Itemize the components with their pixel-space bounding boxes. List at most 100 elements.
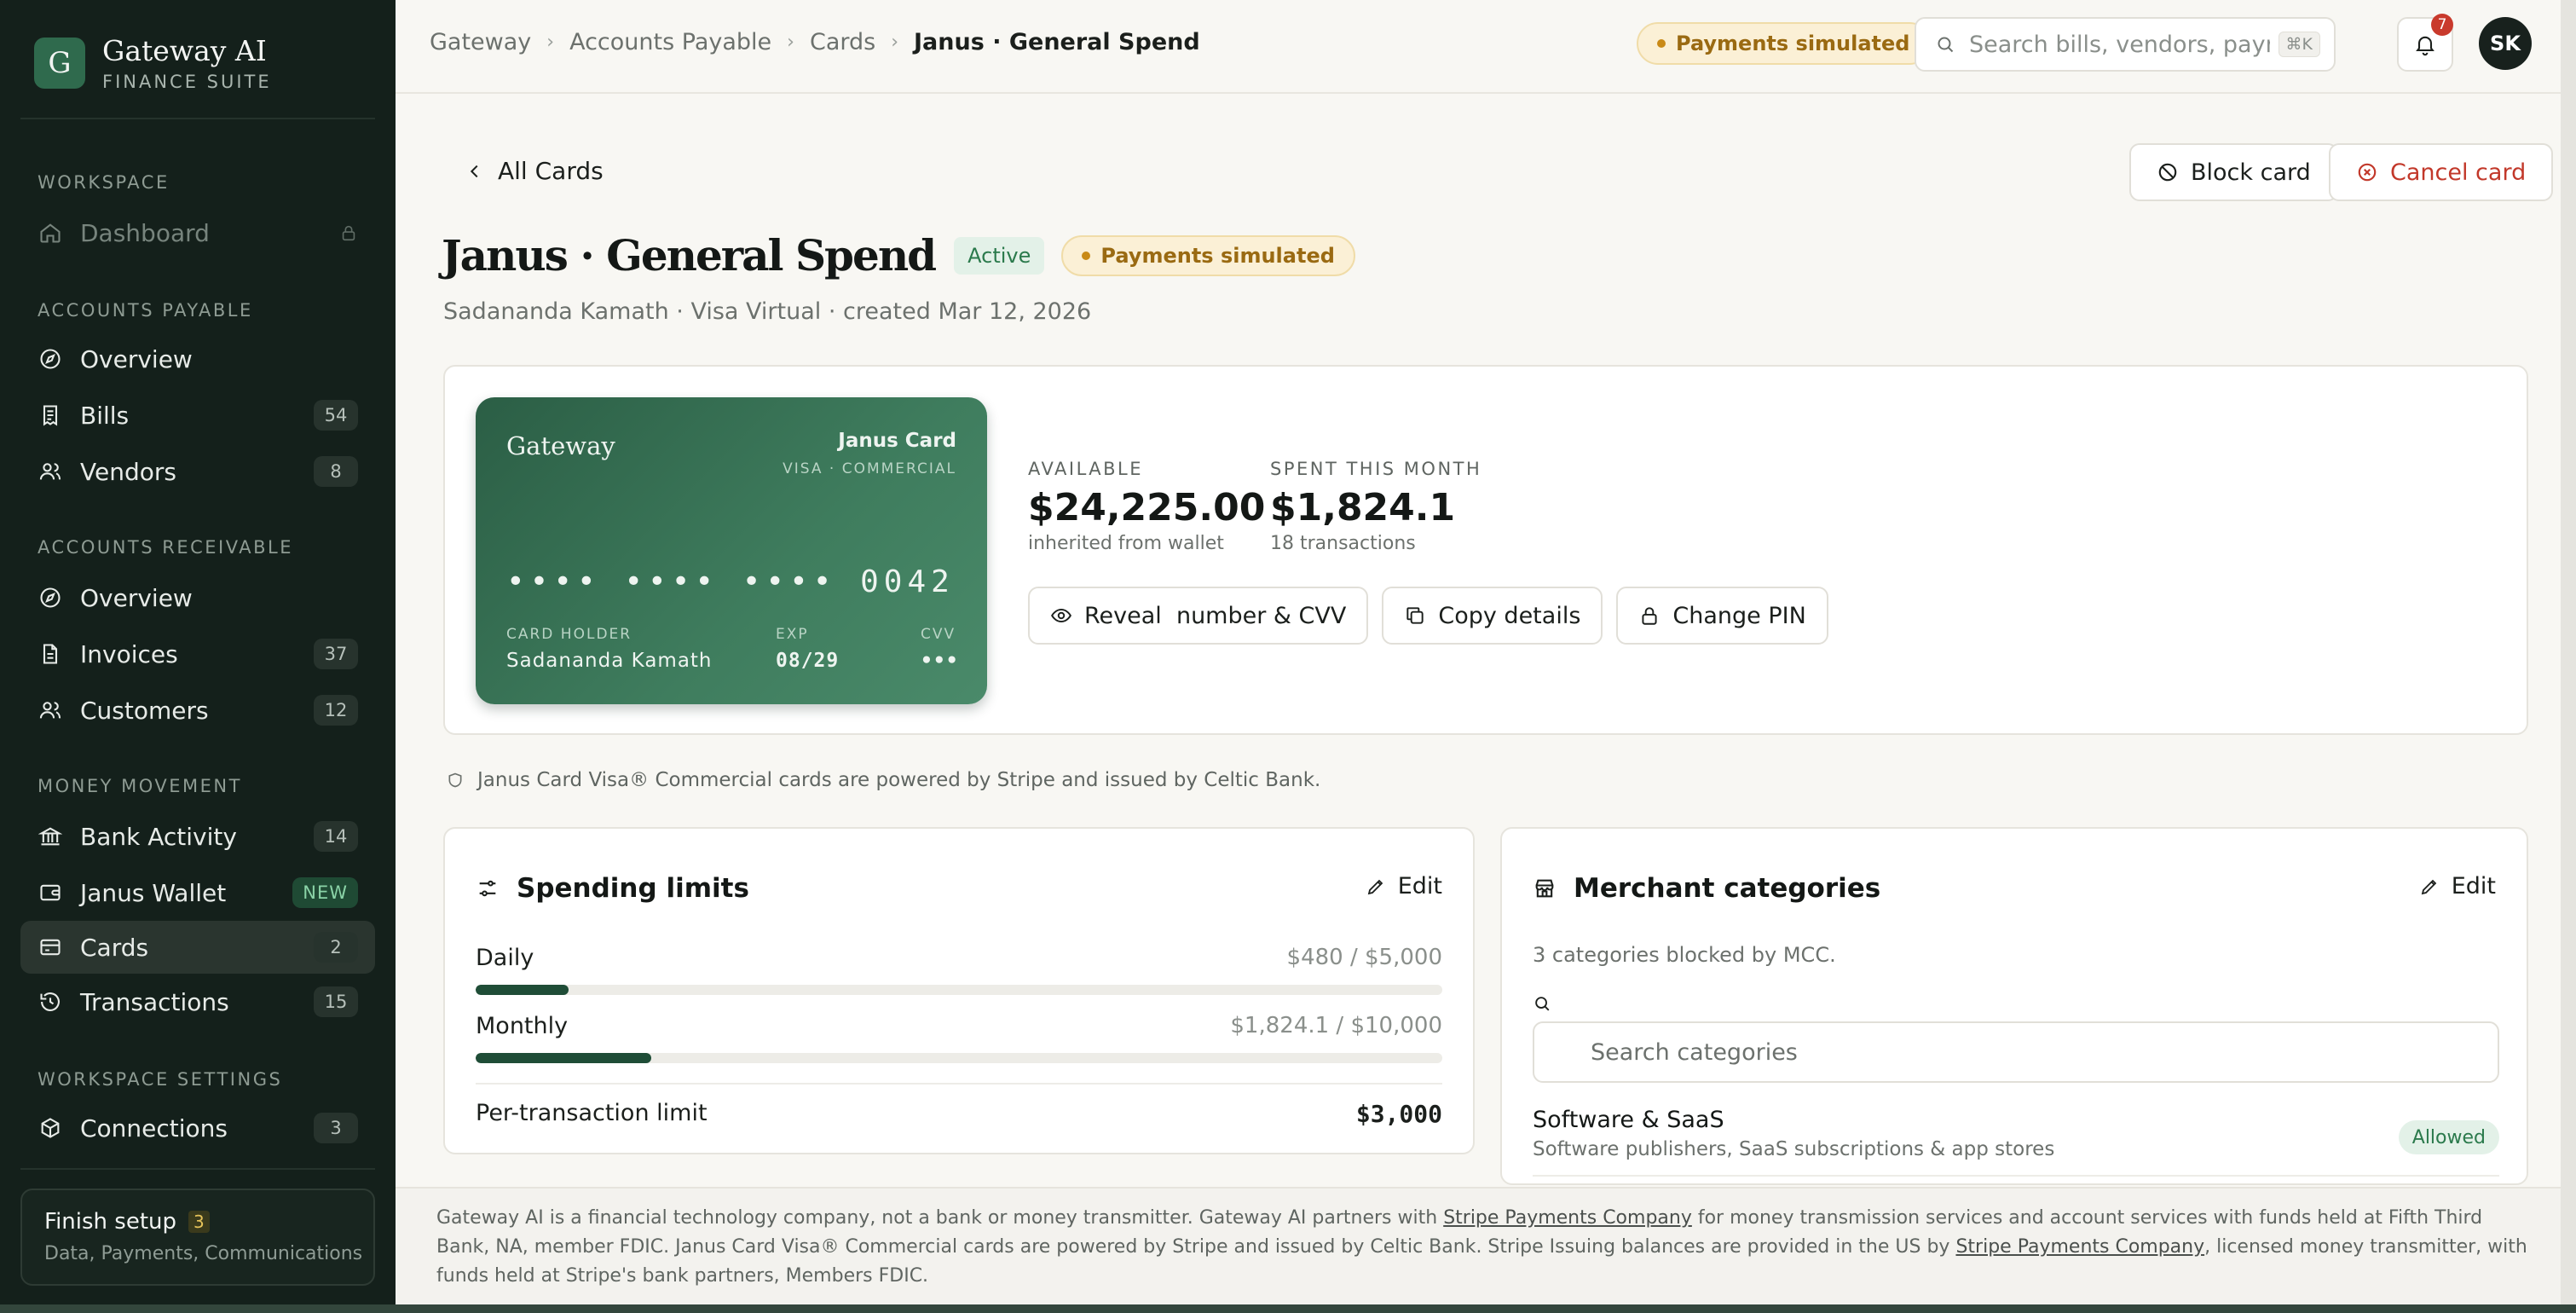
panel-title: Merchant categories bbox=[1574, 873, 1881, 904]
card-actions: Reveal number & CVV Copy details Change … bbox=[1028, 587, 1842, 645]
sidebar-item-label: Bills bbox=[80, 401, 130, 430]
ban-icon bbox=[2158, 163, 2177, 182]
stripe-link[interactable]: Stripe Payments Company bbox=[1955, 1236, 2204, 1258]
card-expiry: 08/29 bbox=[776, 650, 840, 672]
stat-sub: inherited from wallet bbox=[1028, 533, 1224, 554]
limit-separator: / bbox=[1329, 1013, 1351, 1038]
brand-logo: G bbox=[34, 38, 85, 89]
back-to-all-cards[interactable]: All Cards bbox=[465, 157, 604, 185]
page-title: Janus · General Spend bbox=[442, 230, 937, 281]
compass-icon bbox=[38, 585, 63, 610]
search-input[interactable] bbox=[1969, 31, 2270, 58]
main-content: Gateway › Accounts Payable › Cards › Jan… bbox=[396, 0, 2576, 1304]
sidebar-item-customers[interactable]: Customers 12 bbox=[20, 684, 375, 737]
panel-title: Spending limits bbox=[517, 873, 749, 904]
page-subtitle: Sadananda Kamath · Visa Virtual · create… bbox=[443, 298, 1092, 325]
limit-used: $1,824.1 bbox=[1230, 1013, 1330, 1038]
category-search[interactable] bbox=[1533, 1021, 2499, 1083]
sliders-icon bbox=[479, 880, 496, 897]
spent-amount: $1,824.1 bbox=[1270, 486, 1456, 529]
sidebar-divider bbox=[20, 1168, 375, 1170]
sidebar-item-label: Overview bbox=[80, 583, 193, 612]
edit-categories-button[interactable]: Edit bbox=[2419, 873, 2496, 899]
desktop-strip bbox=[0, 1304, 2576, 1313]
stripe-link[interactable]: Stripe Payments Company bbox=[1443, 1207, 1692, 1229]
bank-icon bbox=[38, 824, 63, 849]
count-badge: 8 bbox=[314, 456, 358, 487]
change-pin-button[interactable]: Change PIN bbox=[1616, 587, 1828, 645]
block-card-button[interactable]: Block card bbox=[2129, 143, 2338, 201]
sidebar-item-ar-overview[interactable]: Overview bbox=[20, 571, 375, 624]
avatar[interactable]: SK bbox=[2479, 17, 2532, 70]
home-icon bbox=[38, 220, 63, 246]
stat-label: SPENT THIS MONTH bbox=[1270, 459, 1482, 479]
list-item[interactable]: Software & SaaS Software publishers, Saa… bbox=[1533, 1107, 2499, 1177]
copy-details-button[interactable]: Copy details bbox=[1382, 587, 1603, 645]
exp-label: EXP bbox=[776, 626, 809, 643]
sidebar-item-connections[interactable]: Connections 3 bbox=[20, 1102, 375, 1154]
receipt-icon bbox=[38, 402, 63, 428]
wallet-icon bbox=[38, 880, 63, 905]
daily-limit-bar-fill bbox=[476, 985, 569, 995]
reveal-details-button[interactable]: Reveal number & CVV bbox=[1028, 587, 1369, 645]
chevron-right-icon: › bbox=[891, 32, 899, 53]
count-badge: 37 bbox=[314, 639, 358, 669]
setup-count: 3 bbox=[188, 1211, 210, 1233]
available-stat: AVAILABLE $24,225.00 inherited from wall… bbox=[1028, 459, 1265, 554]
users-icon bbox=[38, 459, 63, 484]
sidebar-item-label: Invoices bbox=[80, 639, 178, 668]
chevron-left-icon bbox=[470, 165, 478, 177]
finish-setup-card[interactable]: Finish setup 3 Data, Payments, Communicat… bbox=[20, 1189, 375, 1286]
card-cvv: ••• bbox=[921, 650, 959, 672]
sidebar-item-cards[interactable]: Cards 2 bbox=[20, 921, 375, 974]
sidebar-item-invoices[interactable]: Invoices 37 bbox=[20, 628, 375, 680]
breadcrumb-accounts-payable[interactable]: Accounts Payable bbox=[569, 29, 771, 55]
monthly-limit-bar bbox=[476, 1053, 1442, 1063]
payments-simulated-pill: Payments simulated bbox=[1061, 234, 1355, 276]
breadcrumb-gateway[interactable]: Gateway bbox=[430, 29, 531, 55]
sidebar-item-dashboard[interactable]: Dashboard bbox=[20, 206, 375, 259]
sidebar-item-ap-overview[interactable]: Overview bbox=[20, 333, 375, 385]
stat-label: AVAILABLE bbox=[1028, 459, 1144, 479]
count-badge: 54 bbox=[314, 400, 358, 431]
button-label: Copy details bbox=[1438, 602, 1581, 629]
spending-limits-panel: Spending limits Edit Daily $480 / $5,000… bbox=[443, 827, 1475, 1154]
pill-label: Payments simulated bbox=[1100, 243, 1335, 268]
daily-limit-bar bbox=[476, 985, 1442, 995]
category-search-input[interactable] bbox=[1534, 1023, 2498, 1081]
count-badge: 12 bbox=[314, 695, 358, 726]
status-dot bbox=[1082, 251, 1091, 260]
pencil-icon bbox=[1367, 879, 1383, 894]
sidebar-divider bbox=[20, 118, 375, 119]
global-search[interactable]: ⌘K bbox=[1915, 17, 2336, 72]
window-edge bbox=[2561, 0, 2576, 1304]
issuer-notice: Janus Card Visa® Commercial cards are po… bbox=[447, 769, 1320, 791]
virtual-card: Gateway Janus Card VISA · COMMERCIAL •••… bbox=[476, 397, 987, 704]
setup-title: Finish setup bbox=[44, 1209, 176, 1235]
footer-text: Gateway AI is a financial technology com… bbox=[436, 1207, 1444, 1229]
sidebar-item-bills[interactable]: Bills 54 bbox=[20, 389, 375, 442]
monthly-limit: Monthly $1,824.1 / $10,000 bbox=[476, 1013, 1442, 1063]
edit-limits-button[interactable]: Edit bbox=[1366, 873, 1442, 899]
brand[interactable]: G Gateway AI FINANCE SUITE bbox=[34, 34, 272, 92]
sidebar-item-vendors[interactable]: Vendors 8 bbox=[20, 445, 375, 498]
sidebar-item-label: Janus Wallet bbox=[80, 878, 227, 907]
breadcrumb-cards[interactable]: Cards bbox=[810, 29, 875, 55]
sidebar-item-janus-wallet[interactable]: Janus Wallet NEW bbox=[20, 866, 375, 919]
per-transaction-value: $3,000 bbox=[1355, 1100, 1442, 1128]
status-dot bbox=[1657, 39, 1666, 48]
category-name: Software & SaaS bbox=[1533, 1107, 1724, 1133]
cancel-card-button[interactable]: Cancel card bbox=[2329, 143, 2554, 201]
sidebar-item-label: Connections bbox=[80, 1113, 228, 1142]
count-badge: 15 bbox=[314, 986, 358, 1017]
notifications-button[interactable]: 7 bbox=[2397, 14, 2453, 72]
notification-count: 7 bbox=[2431, 14, 2453, 36]
payments-simulated-pill: Payments simulated bbox=[1637, 22, 1931, 65]
sidebar-item-bank-activity[interactable]: Bank Activity 14 bbox=[20, 810, 375, 863]
mcc-note: 3 categories blocked by MCC. bbox=[1533, 943, 1836, 967]
breadcrumb-current: Janus · General Spend bbox=[914, 29, 1200, 55]
sidebar-item-transactions[interactable]: Transactions 15 bbox=[20, 975, 375, 1028]
section-money-movement: MONEY MOVEMENT bbox=[38, 776, 242, 796]
limit-used: $480 bbox=[1286, 945, 1343, 970]
cube-icon bbox=[38, 1115, 63, 1141]
